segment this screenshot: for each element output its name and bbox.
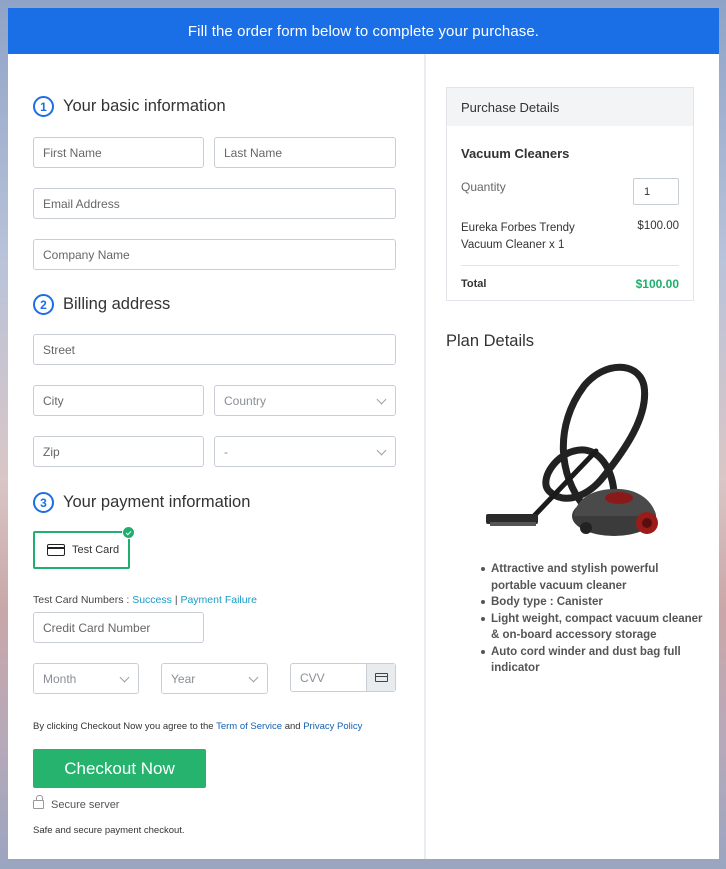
company-input[interactable]: Company Name	[33, 239, 396, 270]
city-input[interactable]: City	[33, 385, 204, 416]
line-item-price: $100.00	[637, 220, 679, 232]
plan-features-list: Attractive and stylish powerful portable…	[481, 561, 706, 677]
summary-panel: Purchase Details Vacuum Cleaners Quantit…	[426, 54, 719, 859]
cvv-placeholder: CVV	[300, 670, 325, 685]
list-item: Auto cord winder and dust bag full indic…	[481, 644, 706, 677]
first-name-input[interactable]: First Name	[33, 137, 204, 168]
credit-card-input[interactable]: Credit Card Number	[33, 612, 204, 643]
company-placeholder: Company Name	[43, 247, 130, 262]
quantity-label: Quantity	[461, 180, 506, 194]
lock-icon	[33, 795, 44, 809]
checkout-page: Fill the order form below to complete yo…	[8, 8, 719, 859]
top-banner: Fill the order form below to complete yo…	[8, 8, 719, 54]
section-title-basic: Your basic information	[63, 97, 226, 115]
credit-card-icon	[47, 544, 65, 556]
list-item: Body type : Canister	[481, 594, 706, 611]
zip-input[interactable]: Zip	[33, 436, 204, 467]
list-item: Attractive and stylish powerful portable…	[481, 561, 706, 594]
cvv-help-button[interactable]	[366, 664, 395, 691]
email-input[interactable]: Email Address	[33, 188, 396, 219]
year-select[interactable]: Year	[161, 663, 268, 694]
city-placeholder: City	[43, 393, 64, 408]
divider	[461, 265, 679, 266]
state-value: -	[224, 444, 228, 459]
secure-server-label: Secure server	[51, 799, 120, 811]
zip-placeholder: Zip	[43, 444, 60, 459]
section-title-payment: Your payment information	[63, 493, 251, 511]
test-card-numbers-label: Test Card Numbers :	[33, 594, 130, 606]
step-number-3: 3	[33, 492, 54, 513]
link-separator: |	[174, 594, 178, 606]
country-select[interactable]: Country	[214, 385, 396, 416]
agreement-and: and	[284, 721, 301, 732]
last-name-placeholder: Last Name	[224, 145, 283, 160]
step-number-2: 2	[33, 294, 54, 315]
test-card-numbers: Test Card Numbers : Success | Payment Fa…	[33, 594, 257, 606]
step-number-1: 1	[33, 96, 54, 117]
privacy-link[interactable]: Privacy Policy	[303, 721, 362, 732]
country-placeholder: Country	[224, 393, 267, 408]
cvv-input[interactable]: CVV	[290, 663, 396, 692]
checkout-now-button[interactable]: Checkout Now	[33, 749, 206, 788]
section-title-billing: Billing address	[63, 295, 171, 313]
chevron-down-icon	[376, 394, 387, 405]
total-label: Total	[461, 278, 487, 290]
street-input[interactable]: Street	[33, 334, 396, 365]
month-select[interactable]: Month	[33, 663, 139, 694]
month-placeholder: Month	[43, 671, 77, 686]
purchase-details-header: Purchase Details	[447, 88, 693, 126]
street-placeholder: Street	[43, 342, 76, 357]
success-link[interactable]: Success	[132, 594, 172, 606]
section-billing: 2 Billing address	[33, 294, 170, 315]
year-placeholder: Year	[171, 671, 196, 686]
vacuum-cleaner-image	[486, 363, 658, 536]
check-icon	[122, 526, 135, 539]
credit-card-placeholder: Credit Card Number	[43, 620, 151, 635]
state-select[interactable]: -	[214, 436, 396, 467]
first-name-placeholder: First Name	[43, 145, 102, 160]
chevron-down-icon	[376, 445, 387, 456]
section-basic-info: 1 Your basic information	[33, 96, 226, 117]
payment-failure-link[interactable]: Payment Failure	[180, 594, 256, 606]
safe-checkout-text: Safe and secure payment checkout.	[33, 825, 185, 836]
test-card-option[interactable]: Test Card	[33, 526, 135, 569]
quantity-input[interactable]: 1	[633, 178, 679, 205]
purchase-details-card: Purchase Details Vacuum Cleaners Quantit…	[446, 87, 694, 301]
line-item-name: Eureka Forbes Trendy Vacuum Cleaner x 1	[461, 222, 575, 251]
last-name-input[interactable]: Last Name	[214, 137, 396, 168]
chevron-down-icon	[119, 672, 130, 683]
section-payment: 3 Your payment information	[33, 492, 250, 513]
chevron-down-icon	[248, 672, 259, 683]
plan-details-title: Plan Details	[446, 332, 535, 350]
agreement-prefix: By clicking Checkout Now you agree to th…	[33, 721, 214, 732]
email-placeholder: Email Address	[43, 196, 120, 211]
test-card-label: Test Card	[72, 544, 120, 556]
product-name: Vacuum Cleaners	[461, 146, 570, 161]
list-item: Light weight, compact vacuum cleaner & o…	[481, 611, 706, 644]
total-value: $100.00	[635, 277, 679, 291]
order-form: 1 Your basic information First Name Last…	[8, 54, 423, 859]
card-icon	[374, 673, 388, 682]
agreement-text: By clicking Checkout Now you agree to th…	[33, 721, 362, 732]
terms-link[interactable]: Term of Service	[216, 721, 282, 732]
